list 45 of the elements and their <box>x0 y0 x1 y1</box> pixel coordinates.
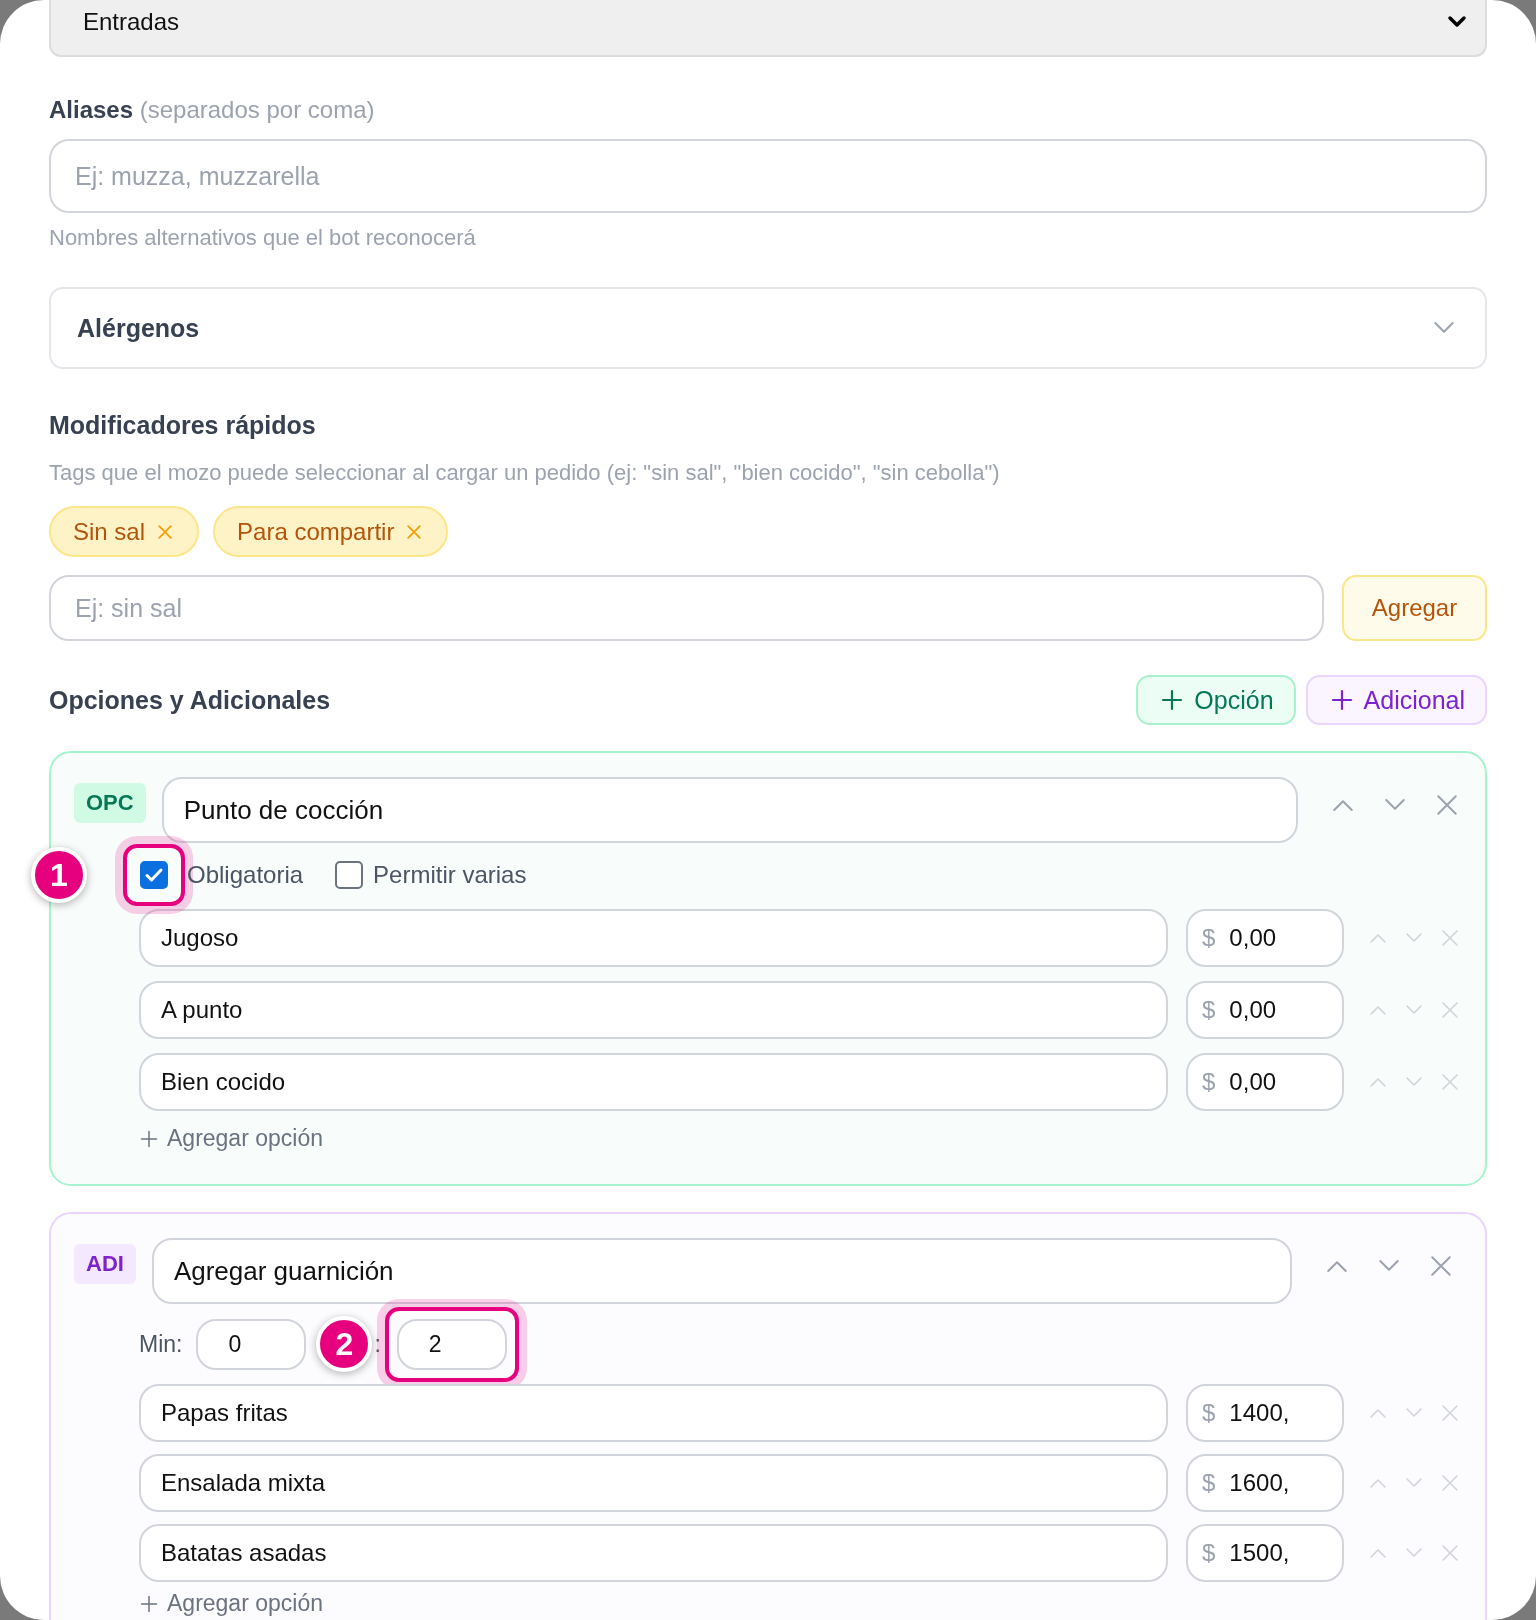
price-field[interactable]: $ 1400, <box>1186 1384 1344 1442</box>
add-option-button[interactable]: Opción <box>1136 675 1296 725</box>
price-field[interactable]: $ 0,00 <box>1186 1053 1344 1111</box>
min-field[interactable]: 0 <box>196 1318 307 1370</box>
option-name-field[interactable]: Papas fritas <box>139 1384 1168 1442</box>
section-heading: Modificadores rápidos <box>49 411 317 439</box>
min-label: Min: <box>139 1330 183 1358</box>
category-select[interactable]: Entradas <box>49 0 1487 57</box>
step-marker: 2 <box>316 1316 373 1372</box>
type-badge: OPC <box>74 783 146 823</box>
option-name-field[interactable]: Ensalada mixta <box>139 1454 1168 1512</box>
price-field[interactable]: $ 0,00 <box>1186 981 1344 1039</box>
plus-icon <box>1160 688 1185 712</box>
add-extra-button[interactable]: Adicional <box>1305 675 1487 725</box>
plus-icon <box>139 1128 159 1149</box>
type-badge: ADI <box>74 1244 136 1284</box>
checkbox[interactable] <box>140 861 168 889</box>
checkbox[interactable] <box>335 861 364 889</box>
price-field[interactable]: $ 1600, <box>1186 1454 1344 1512</box>
checkbox-label: Permitir varias <box>373 861 527 889</box>
aliases-field[interactable]: Ej: muzza, muzzarella <box>49 139 1487 213</box>
price-field[interactable]: $ 1500, <box>1186 1524 1344 1582</box>
allergens-dropdown[interactable]: Alérgenos <box>49 287 1487 369</box>
field-label: Aliases (separados por coma) <box>49 97 376 123</box>
price-field[interactable]: $ 0,00 <box>1186 909 1344 967</box>
option-name-field[interactable]: Bien cocido <box>139 1053 1168 1111</box>
option-name-field[interactable]: Jugoso <box>139 909 1168 967</box>
option-name-field[interactable]: Batatas asadas <box>139 1524 1168 1582</box>
group-title-field[interactable]: Agregar guarnición <box>151 1238 1292 1304</box>
help-text: Nombres alternativos que el bot reconocerá <box>49 225 477 251</box>
max-field[interactable]: 2 <box>396 1318 507 1370</box>
tag-chip[interactable]: Para compartir <box>213 506 449 557</box>
plus-icon <box>1329 688 1354 712</box>
add-button[interactable]: Agregar <box>1342 575 1487 641</box>
add-option-button[interactable]: Agregar opción <box>139 1590 323 1617</box>
modifier-input[interactable]: Ej: sin sal <box>49 575 1324 641</box>
checkbox-label: Obligatoria <box>187 861 304 889</box>
add-option-button[interactable]: Agregar opción <box>139 1125 323 1152</box>
tag-chip[interactable]: Sin sal <box>49 506 200 557</box>
section-heading: Opciones y Adicionales <box>49 686 331 714</box>
max-label: : <box>374 1330 381 1358</box>
section-description: Tags que el mozo puede seleccionar al cargar un pedido (ej: "sin sal", "bien cocido", "sin cebolla") <box>49 460 1001 486</box>
plus-icon <box>139 1593 159 1614</box>
option-name-field[interactable]: A punto <box>139 981 1168 1039</box>
group-title-field[interactable]: Punto de cocción <box>161 777 1298 843</box>
